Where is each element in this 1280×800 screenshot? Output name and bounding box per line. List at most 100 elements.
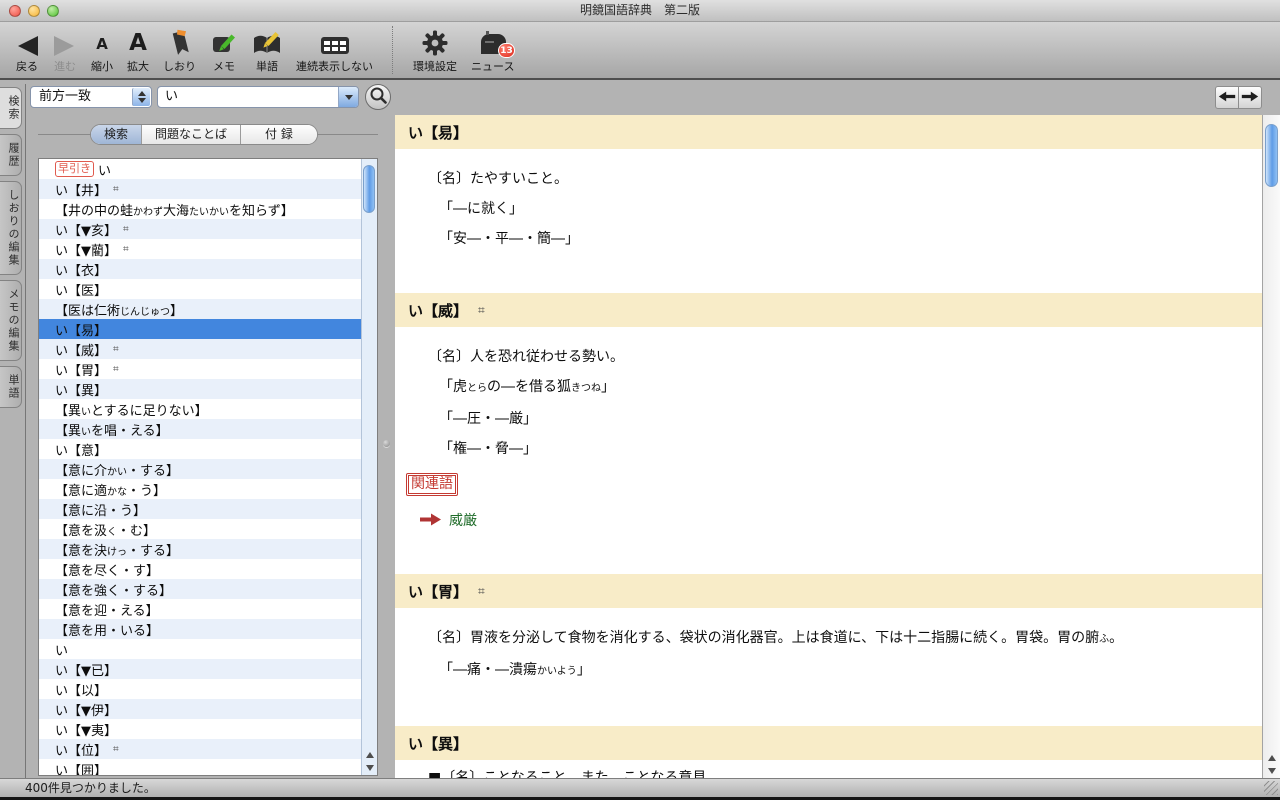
gear-icon	[421, 26, 449, 57]
list-item[interactable]: 早引き い	[39, 159, 362, 179]
list-item-label: い	[98, 160, 111, 179]
list-item-label: い【意】	[55, 440, 107, 459]
history-dropdown-icon[interactable]	[338, 87, 358, 107]
list-item[interactable]: い【▼藺】 ⌗	[39, 239, 362, 259]
list-item[interactable]: い【▼亥】 ⌗	[39, 219, 362, 239]
list-item[interactable]: 【意に適かな・う】	[39, 479, 362, 499]
list-item[interactable]: 【異いを唱・える】	[39, 419, 362, 439]
list-item[interactable]: 【医は仁術じんじゅつ】	[39, 299, 362, 319]
scroll-down-icon[interactable]	[366, 765, 374, 771]
memo-button[interactable]: メモ	[203, 26, 245, 74]
dictionary-entry: い【異】 ■〔名〕ことなること。また、ことなる意見。	[395, 726, 1262, 778]
scroll-up-icon[interactable]	[366, 752, 374, 758]
back-button[interactable]: 戻る	[8, 26, 46, 74]
list-item[interactable]: 【異いとするに足りない】	[39, 399, 362, 419]
list-item[interactable]: い【意】	[39, 439, 362, 459]
word-book-pencil-icon	[252, 26, 282, 57]
list-item[interactable]: い【以】	[39, 679, 362, 699]
list-item[interactable]: い【囲】	[39, 759, 362, 775]
entry-quote: 「―痛・―潰瘍かいよう」	[439, 660, 1262, 682]
arrow-left-icon	[1218, 88, 1236, 107]
status-bar: 400件見つかりました。	[0, 778, 1280, 797]
resize-grip[interactable]	[1264, 781, 1278, 795]
sidebar-tab[interactable]: しおりの編集	[0, 181, 22, 275]
accent-icon: ⌗	[478, 584, 485, 599]
shrink-text-button[interactable]: A 縮小	[84, 26, 120, 74]
panel-tab[interactable]: 問題なことば	[142, 125, 241, 144]
content-scrollbar[interactable]	[1262, 115, 1280, 778]
panel-tab[interactable]: 付 録	[241, 125, 317, 144]
match-mode-dropdown[interactable]: 前方一致	[30, 86, 152, 108]
entry-heading: い【易】	[395, 115, 1262, 149]
list-item-label: 【異いを唱・える】	[55, 420, 169, 439]
list-item[interactable]: 【意を迎・える】	[39, 599, 362, 619]
sidebar-tab[interactable]: 履歴	[0, 134, 22, 176]
search-button[interactable]	[365, 84, 391, 110]
list-item[interactable]: い【医】	[39, 279, 362, 299]
list-item[interactable]: 【井の中の蛙かわず大海たいかいを知らず】	[39, 199, 362, 219]
list-scrollbar-thumb[interactable]	[363, 165, 375, 213]
list-item-label: い【胃】	[55, 360, 107, 379]
main-toolbar: 戻る 進む A 縮小 A 拡大 しおり メモ 単語 連続表示しない	[0, 22, 1280, 80]
panel-tab[interactable]: 検索	[91, 125, 142, 144]
sidebar-tab[interactable]: 単語	[0, 366, 22, 408]
entry-headword: い【胃】	[408, 581, 468, 602]
zoom-button-icon[interactable]	[47, 5, 59, 17]
news-button[interactable]: 13 ニュース	[464, 26, 521, 74]
close-button-icon[interactable]	[9, 5, 21, 17]
search-input[interactable]: い	[157, 86, 359, 108]
list-item[interactable]: 【意を決けっ・する】	[39, 539, 362, 559]
list-item[interactable]: い【▼伊】	[39, 699, 362, 719]
list-item[interactable]: 【意を汲く・む】	[39, 519, 362, 539]
list-item[interactable]: い【衣】	[39, 259, 362, 279]
list-item[interactable]: い	[39, 639, 362, 659]
list-item[interactable]: 【意を尽く・す】	[39, 559, 362, 579]
entry-quote: 「―に就く」	[439, 199, 1262, 219]
accent-icon: ⌗	[113, 344, 119, 355]
list-item[interactable]: い【▼夷】	[39, 719, 362, 739]
dropdown-stepper-icon	[132, 88, 150, 106]
splitter-handle[interactable]	[383, 440, 390, 447]
sidebar-tab[interactable]: メモの編集	[0, 280, 22, 361]
list-item-label: 【井の中の蛙かわず大海たいかいを知らず】	[55, 200, 294, 219]
sidebar-tab-strip: 検索履歴しおりの編集メモの編集単語	[0, 84, 26, 778]
list-item-label: 【意を用・いる】	[55, 620, 159, 639]
related-links: 威厳	[449, 510, 477, 530]
list-item[interactable]: い【位】 ⌗	[39, 739, 362, 759]
list-item[interactable]: い【井】 ⌗	[39, 179, 362, 199]
entry-definition: 〔名〕胃液を分泌して食物を消化する、袋状の消化器官。上は食道に、下は十二指腸に続…	[428, 628, 1262, 650]
scroll-down-icon[interactable]	[1268, 768, 1276, 774]
previous-entry-button[interactable]	[1215, 86, 1239, 109]
content-scrollbar-thumb[interactable]	[1265, 124, 1278, 187]
entry-headword: い【異】	[408, 733, 468, 754]
memo-pencil-icon	[210, 26, 238, 57]
preferences-button[interactable]: 環境設定	[406, 26, 464, 74]
entry-quotes: 「―に就く」「安―・平―・簡―」	[395, 199, 1262, 249]
scroll-up-icon[interactable]	[1268, 755, 1276, 761]
continuous-display-toggle-button[interactable]: 連続表示しない	[289, 26, 380, 74]
list-item[interactable]: 【意に沿・う】	[39, 499, 362, 519]
forward-button[interactable]: 進む	[46, 26, 84, 74]
result-list-box: 早引き い い【井】 ⌗ 【井の中の蛙かわず大海たいかいを知らず】 い【▼亥】 …	[38, 158, 378, 776]
enlarge-text-button[interactable]: A 拡大	[120, 26, 156, 74]
list-item-label: 【意を汲く・む】	[55, 520, 156, 539]
minimize-button-icon[interactable]	[28, 5, 40, 17]
related-word-link[interactable]: 威厳	[449, 513, 477, 529]
list-item[interactable]: い【▼已】	[39, 659, 362, 679]
list-item[interactable]: 【意に介かい・する】	[39, 459, 362, 479]
list-item[interactable]: い【易】	[39, 319, 362, 339]
sidebar-tab[interactable]: 検索	[0, 87, 22, 129]
bookmark-button[interactable]: しおり	[156, 26, 203, 74]
list-item[interactable]: い【胃】 ⌗	[39, 359, 362, 379]
word-button[interactable]: 単語	[245, 26, 289, 74]
list-item[interactable]: い【威】 ⌗	[39, 339, 362, 359]
list-item-label: い【▼藺】	[55, 240, 117, 259]
large-a-icon: A	[129, 26, 147, 57]
next-entry-button[interactable]	[1238, 86, 1262, 109]
related-arrow-icon	[419, 511, 442, 530]
list-item[interactable]: 【意を用・いる】	[39, 619, 362, 639]
entry-quotes: 「―痛・―潰瘍かいよう」	[395, 660, 1262, 682]
list-item[interactable]: 【意を強く・する】	[39, 579, 362, 599]
list-item[interactable]: い【異】	[39, 379, 362, 399]
list-scrollbar[interactable]	[361, 159, 377, 775]
